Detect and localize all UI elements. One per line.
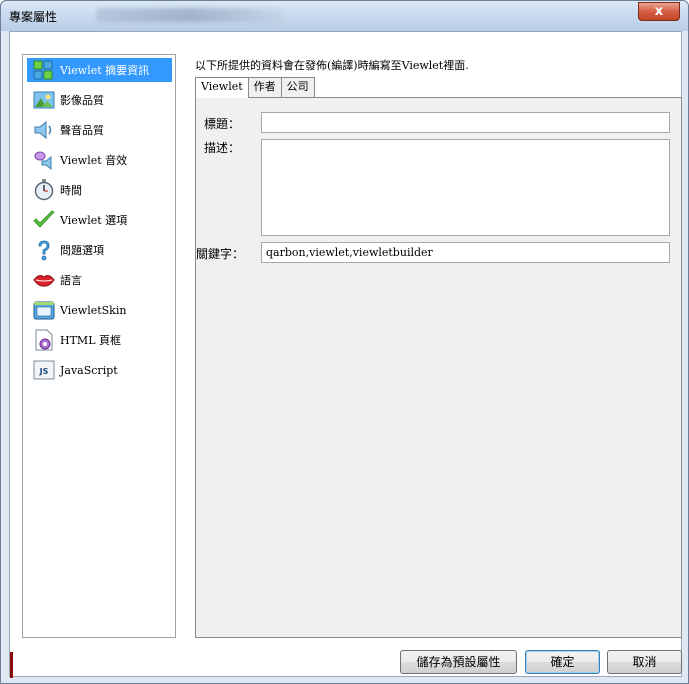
description-label: 描述： [204, 141, 241, 155]
nav-item-label: 聲音品質 [60, 124, 104, 137]
keywords-label: 關鍵字： [196, 247, 245, 261]
tab-company[interactable]: 公司 [280, 77, 315, 97]
question-icon [33, 239, 55, 261]
close-button[interactable]: x [638, 2, 680, 21]
window-title: 專案屬性 [9, 10, 58, 24]
tab-viewlet[interactable]: Viewlet [195, 77, 249, 98]
nav-item-label: 時間 [60, 184, 82, 197]
nav-item-question-options[interactable]: 問題選項 [27, 238, 172, 262]
skin-window-icon [33, 299, 55, 321]
description-field[interactable] [261, 139, 670, 236]
tab-author[interactable]: 作者 [247, 77, 282, 97]
summary-info-icon [33, 59, 55, 81]
nav-item-label: Viewlet 選項 [60, 214, 128, 227]
save-as-default-button[interactable]: 儲存為預設屬性 [400, 650, 517, 674]
keywords-field[interactable]: qarbon,viewlet,viewletbuilder [261, 242, 670, 263]
nav-item-viewlet-options[interactable]: Viewlet 選項 [27, 208, 172, 232]
nav-item-label: Viewlet 音效 [60, 154, 128, 167]
close-icon: x [654, 4, 664, 19]
title-field[interactable] [261, 112, 670, 133]
tab-bar: Viewlet 作者 公司 [195, 77, 315, 98]
nav-item-label: 影像品質 [60, 94, 104, 107]
nav-item-label: 問題選項 [60, 244, 104, 257]
image-quality-icon [33, 89, 55, 111]
title-label: 標題： [204, 117, 241, 131]
nav-item-label: 語言 [60, 274, 82, 287]
nav-item-image-quality[interactable]: 影像品質 [27, 88, 172, 112]
title-bar[interactable]: 專案屬性 x [1, 1, 688, 31]
nav-item-html-frame[interactable]: HTML 頁框 [27, 328, 172, 352]
checkmark-icon [33, 209, 55, 231]
category-list: Viewlet 摘要資訊 影像品質 聲音品質 Viewlet 音效 時間 Vie… [22, 54, 176, 638]
ok-button[interactable]: 確定 [525, 650, 600, 674]
html-page-icon [33, 329, 55, 351]
title-background-text [96, 8, 286, 22]
lips-icon [33, 269, 55, 291]
nav-item-label: ViewletSkin [60, 303, 127, 317]
javascript-icon: JS [33, 359, 55, 381]
tab-panel: 標題： 描述： 關鍵字： qarbon,viewlet,viewletbuild… [195, 97, 682, 638]
nav-item-javascript[interactable]: JS JavaScript [27, 358, 172, 382]
nav-item-label: JavaScript [60, 363, 118, 377]
sound-effect-icon [33, 149, 55, 171]
nav-item-label: HTML 頁框 [60, 334, 121, 347]
cancel-button[interactable]: 取消 [607, 650, 682, 674]
nav-item-label: Viewlet 摘要資訊 [60, 64, 150, 77]
stopwatch-icon [33, 179, 55, 201]
nav-item-viewletskin[interactable]: ViewletSkin [27, 298, 172, 322]
nav-item-time[interactable]: 時間 [27, 178, 172, 202]
nav-item-sound-quality[interactable]: 聲音品質 [27, 118, 172, 142]
nav-item-language[interactable]: 語言 [27, 268, 172, 292]
speaker-icon [33, 119, 55, 141]
left-edge-accent [10, 652, 13, 678]
description-text: 以下所提供的資料會在發佈(編譯)時編寫至Viewlet裡面. [195, 59, 469, 72]
nav-item-viewlet-summary[interactable]: Viewlet 摘要資訊 [27, 58, 172, 82]
nav-item-viewlet-sound[interactable]: Viewlet 音效 [27, 148, 172, 172]
svg-text:JS: JS [39, 367, 49, 376]
dialog-window: 專案屬性 x Viewlet 摘要資訊 影像品質 聲音品質 Viewlet 音效… [0, 0, 689, 684]
